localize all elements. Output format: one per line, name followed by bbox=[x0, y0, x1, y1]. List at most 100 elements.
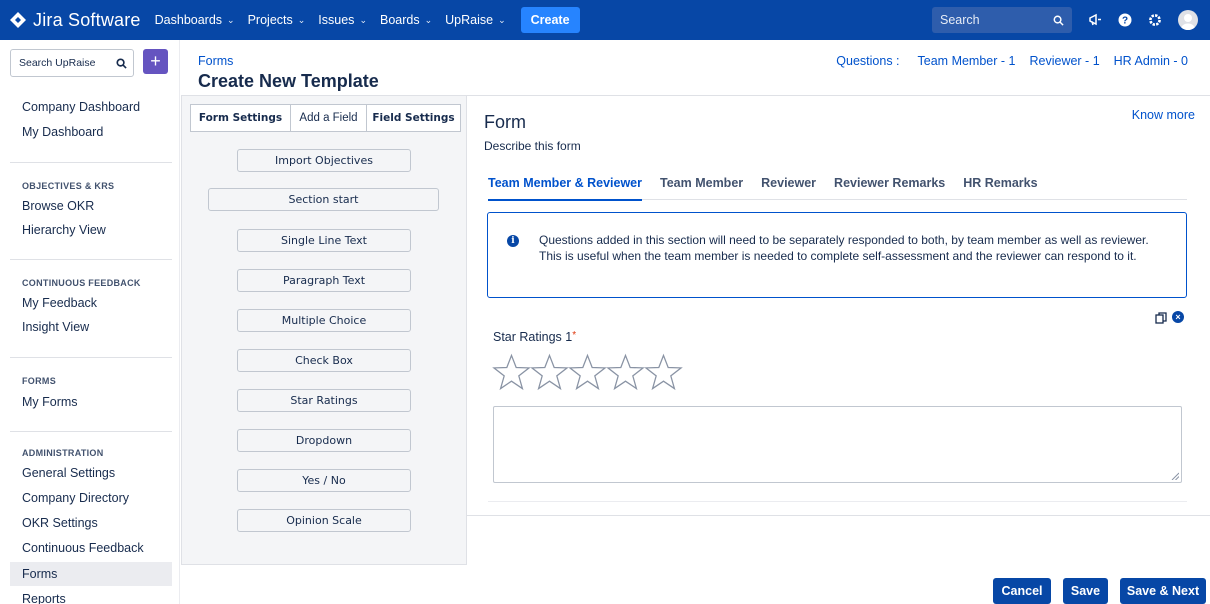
count-hr-admin[interactable]: HR Admin - 0 bbox=[1114, 54, 1188, 68]
nav-projects[interactable]: Projects ⌄ bbox=[248, 13, 306, 27]
tab-add-a-field[interactable]: Add a Field bbox=[290, 104, 367, 132]
chevron-down-icon: ⌄ bbox=[424, 14, 433, 25]
sidebar-heading-continuous-feedback: CONTINUOUS FEEDBACK bbox=[22, 278, 141, 288]
section-info-message: i Questions added in this section will n… bbox=[487, 212, 1187, 298]
cancel-button[interactable]: Cancel bbox=[993, 578, 1051, 604]
global-search-placeholder: Search bbox=[940, 13, 980, 27]
section-info-text: Questions added in this section will nee… bbox=[539, 233, 1149, 263]
sidebar-item-general-settings[interactable]: General Settings bbox=[22, 466, 115, 480]
field-opinion-scale-button[interactable]: Opinion Scale bbox=[237, 509, 411, 532]
svg-text:?: ? bbox=[1122, 16, 1128, 27]
global-search-input[interactable]: Search bbox=[932, 7, 1072, 33]
gear-icon bbox=[1149, 14, 1161, 26]
save-button[interactable]: Save bbox=[1063, 578, 1108, 604]
top-navigation-bar: Jira Software Dashboards ⌄ Projects ⌄ Issu… bbox=[0, 0, 1210, 40]
notification-icon[interactable] bbox=[1082, 7, 1108, 33]
star-icon[interactable] bbox=[568, 352, 607, 392]
field-section-start-button[interactable]: Section start bbox=[208, 188, 439, 211]
app-name: Jira Software bbox=[33, 9, 141, 30]
field-multiple-choice-button[interactable]: Multiple Choice bbox=[237, 309, 411, 332]
field-import-objectives-button[interactable]: Import Objectives bbox=[237, 149, 411, 172]
sidebar-item-insight-view[interactable]: Insight View bbox=[22, 320, 89, 334]
save-next-button[interactable]: Save & Next bbox=[1120, 578, 1206, 604]
sidebar-item-forms[interactable]: Forms bbox=[22, 567, 57, 581]
sidebar-item-my-forms[interactable]: My Forms bbox=[22, 395, 78, 409]
nav-issues[interactable]: Issues ⌄ bbox=[318, 13, 367, 27]
tab-team-member-reviewer[interactable]: Team Member & Reviewer bbox=[488, 176, 642, 201]
sidebar-divider bbox=[10, 162, 172, 163]
search-icon bbox=[1053, 15, 1064, 26]
answer-textarea[interactable] bbox=[493, 406, 1182, 483]
tab-form-settings[interactable]: Form Settings bbox=[190, 104, 291, 132]
sidebar: Search UpRaise + Company Dashboard My Da… bbox=[0, 40, 180, 604]
sidebar-item-company-directory[interactable]: Company Directory bbox=[22, 491, 129, 505]
sidebar-item-my-feedback[interactable]: My Feedback bbox=[22, 296, 97, 310]
palette-tabs: Form Settings Add a Field Field Settings bbox=[190, 104, 461, 132]
avatar[interactable] bbox=[1178, 10, 1198, 30]
nav-boards-label: Boards bbox=[379, 13, 420, 27]
sidebar-item-my-dashboard[interactable]: My Dashboard bbox=[22, 125, 103, 139]
field-single-line-text-button[interactable]: Single Line Text bbox=[237, 229, 411, 252]
field-dropdown-button[interactable]: Dropdown bbox=[237, 429, 411, 452]
sidebar-item-reports[interactable]: Reports bbox=[22, 592, 66, 604]
field-divider bbox=[488, 501, 1187, 502]
jira-logo[interactable]: Jira Software bbox=[10, 10, 141, 31]
plus-icon: + bbox=[150, 51, 161, 71]
sidebar-item-continuous-feedback[interactable]: Continuous Feedback bbox=[22, 541, 144, 555]
nav-right-group: Search ? bbox=[932, 0, 1210, 40]
tab-reviewer[interactable]: Reviewer bbox=[761, 176, 816, 200]
page-title: Create New Template bbox=[198, 71, 379, 91]
count-reviewer[interactable]: Reviewer - 1 bbox=[1029, 54, 1099, 68]
field-palette: Form Settings Add a Field Field Settings… bbox=[181, 95, 467, 565]
nav-issues-label: Issues bbox=[318, 13, 355, 27]
nav-upraise[interactable]: UpRaise ⌄ bbox=[445, 13, 505, 27]
nav-boards[interactable]: Boards ⌄ bbox=[380, 13, 432, 27]
required-mark: * bbox=[572, 330, 577, 341]
megaphone-icon bbox=[1089, 13, 1101, 26]
chevron-down-icon: ⌄ bbox=[498, 14, 506, 25]
sidebar-divider bbox=[10, 259, 172, 260]
resize-handle-icon[interactable] bbox=[1171, 472, 1179, 480]
field-yes-no-button[interactable]: Yes / No bbox=[237, 469, 411, 492]
remove-field-icon[interactable]: × bbox=[1172, 311, 1184, 323]
sidebar-item-browse-okr[interactable]: Browse OKR bbox=[22, 199, 94, 213]
sidebar-heading-administration: ADMINISTRATION bbox=[22, 448, 104, 458]
copy-icon[interactable] bbox=[1155, 312, 1167, 324]
count-team-member[interactable]: Team Member - 1 bbox=[918, 54, 1016, 68]
settings-icon[interactable] bbox=[1142, 7, 1168, 33]
tab-team-member[interactable]: Team Member bbox=[660, 176, 743, 200]
field-star-ratings-button[interactable]: Star Ratings bbox=[237, 389, 411, 412]
form-description[interactable]: Describe this form bbox=[484, 139, 581, 153]
nav-dashboards-label: Dashboards bbox=[154, 13, 223, 27]
field-check-box-button[interactable]: Check Box bbox=[237, 349, 411, 372]
nav-projects-label: Projects bbox=[247, 13, 293, 27]
sidebar-item-company-dashboard[interactable]: Company Dashboard bbox=[22, 100, 140, 114]
sidebar-divider bbox=[10, 431, 172, 432]
star-icon[interactable] bbox=[492, 352, 531, 392]
star-icon[interactable] bbox=[606, 352, 645, 392]
form-builder: Form Describe this form Know more Team M… bbox=[467, 95, 1210, 516]
field-paragraph-text-button[interactable]: Paragraph Text bbox=[237, 269, 411, 292]
star-icon[interactable] bbox=[644, 352, 683, 392]
form-title[interactable]: Form bbox=[484, 112, 526, 133]
sidebar-search-input[interactable]: Search UpRaise bbox=[10, 49, 134, 77]
sidebar-item-hierarchy-view[interactable]: Hierarchy View bbox=[22, 223, 106, 237]
create-button[interactable]: Create bbox=[520, 7, 580, 33]
help-icon[interactable]: ? bbox=[1112, 7, 1138, 33]
breadcrumb[interactable]: Forms bbox=[198, 54, 233, 68]
form-section-tabs: Team Member & Reviewer Team Member Revie… bbox=[488, 176, 1187, 201]
tab-hr-remarks[interactable]: HR Remarks bbox=[963, 176, 1037, 200]
chevron-down-icon: ⌄ bbox=[227, 14, 235, 25]
nav-dashboards[interactable]: Dashboards ⌄ bbox=[155, 13, 235, 27]
sidebar-item-okr-settings[interactable]: OKR Settings bbox=[22, 516, 98, 530]
question-counts: Questions : Team Member - 1 Reviewer - 1… bbox=[836, 54, 1188, 68]
add-button[interactable]: + bbox=[143, 49, 168, 74]
chevron-down-icon: ⌄ bbox=[297, 14, 306, 25]
tab-field-settings[interactable]: Field Settings bbox=[366, 104, 461, 132]
know-more-link[interactable]: Know more bbox=[1132, 108, 1195, 122]
search-icon bbox=[116, 57, 127, 69]
jira-logo-icon bbox=[10, 12, 26, 28]
user-avatar-icon bbox=[1181, 14, 1195, 30]
tab-reviewer-remarks[interactable]: Reviewer Remarks bbox=[834, 176, 945, 200]
star-icon[interactable] bbox=[530, 352, 569, 392]
